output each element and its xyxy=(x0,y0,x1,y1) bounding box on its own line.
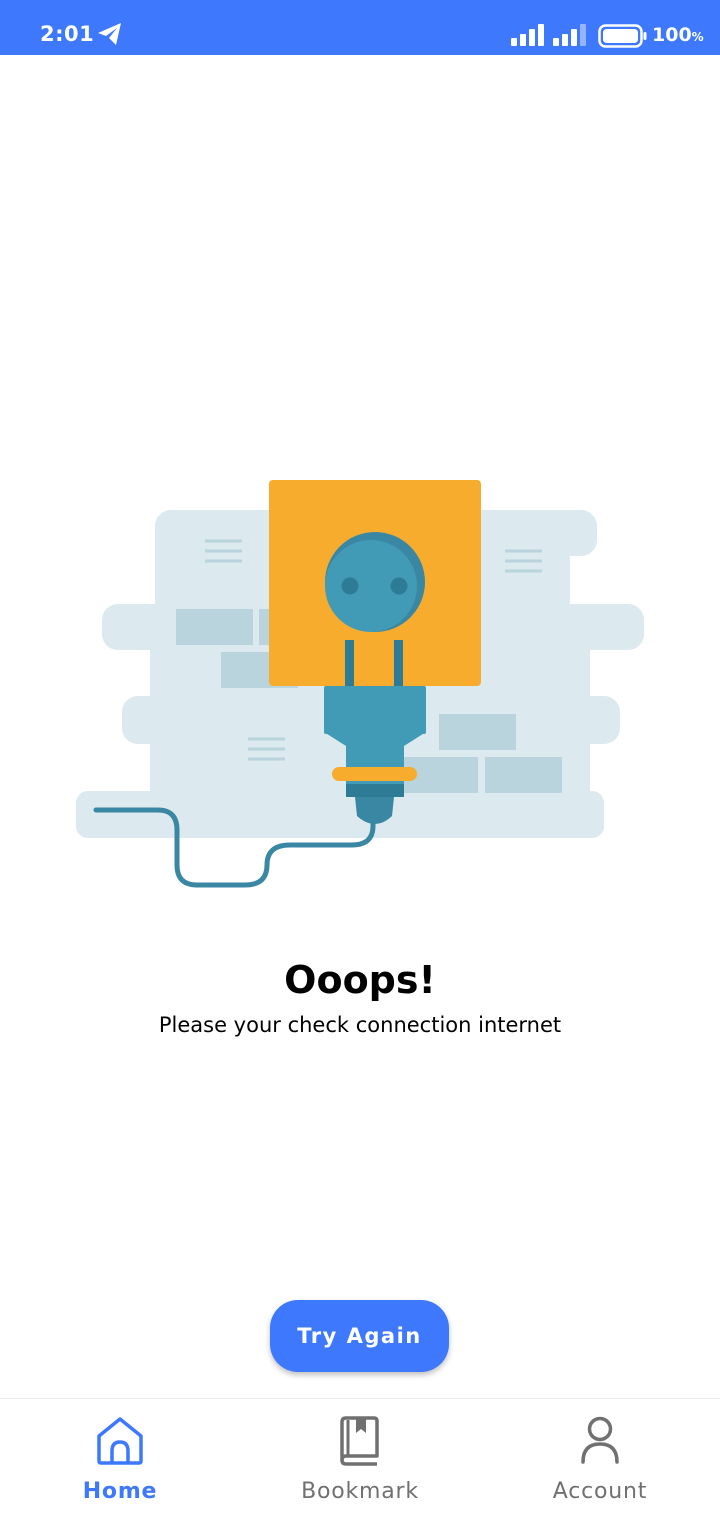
nav-label-account: Account xyxy=(552,1479,648,1504)
error-message: Please your check connection internet xyxy=(158,1013,562,1037)
signal-icon-secondary xyxy=(553,24,586,46)
battery-level: 100% xyxy=(652,24,704,46)
nav-item-bookmark[interactable]: Bookmark xyxy=(240,1399,480,1520)
nav-item-home[interactable]: Home xyxy=(0,1399,240,1520)
error-title: Ooops! xyxy=(284,958,436,1002)
battery-icon xyxy=(598,24,647,48)
telegram-icon xyxy=(98,23,121,45)
nav-label-home: Home xyxy=(82,1479,158,1504)
bottom-nav: Home Bookmark Account xyxy=(0,1398,720,1520)
signal-icon xyxy=(511,24,544,46)
socket-face xyxy=(325,532,425,632)
nav-item-account[interactable]: Account xyxy=(480,1399,720,1520)
status-time: 2:01 xyxy=(40,22,95,46)
try-again-button[interactable]: Try Again xyxy=(270,1300,449,1372)
account-icon xyxy=(581,1416,619,1464)
bookmark-icon xyxy=(340,1416,379,1466)
nav-label-bookmark: Bookmark xyxy=(301,1479,419,1504)
home-icon xyxy=(97,1417,143,1465)
unplugged-illustration xyxy=(76,480,644,888)
status-bar: 2:01 100% xyxy=(0,0,720,55)
